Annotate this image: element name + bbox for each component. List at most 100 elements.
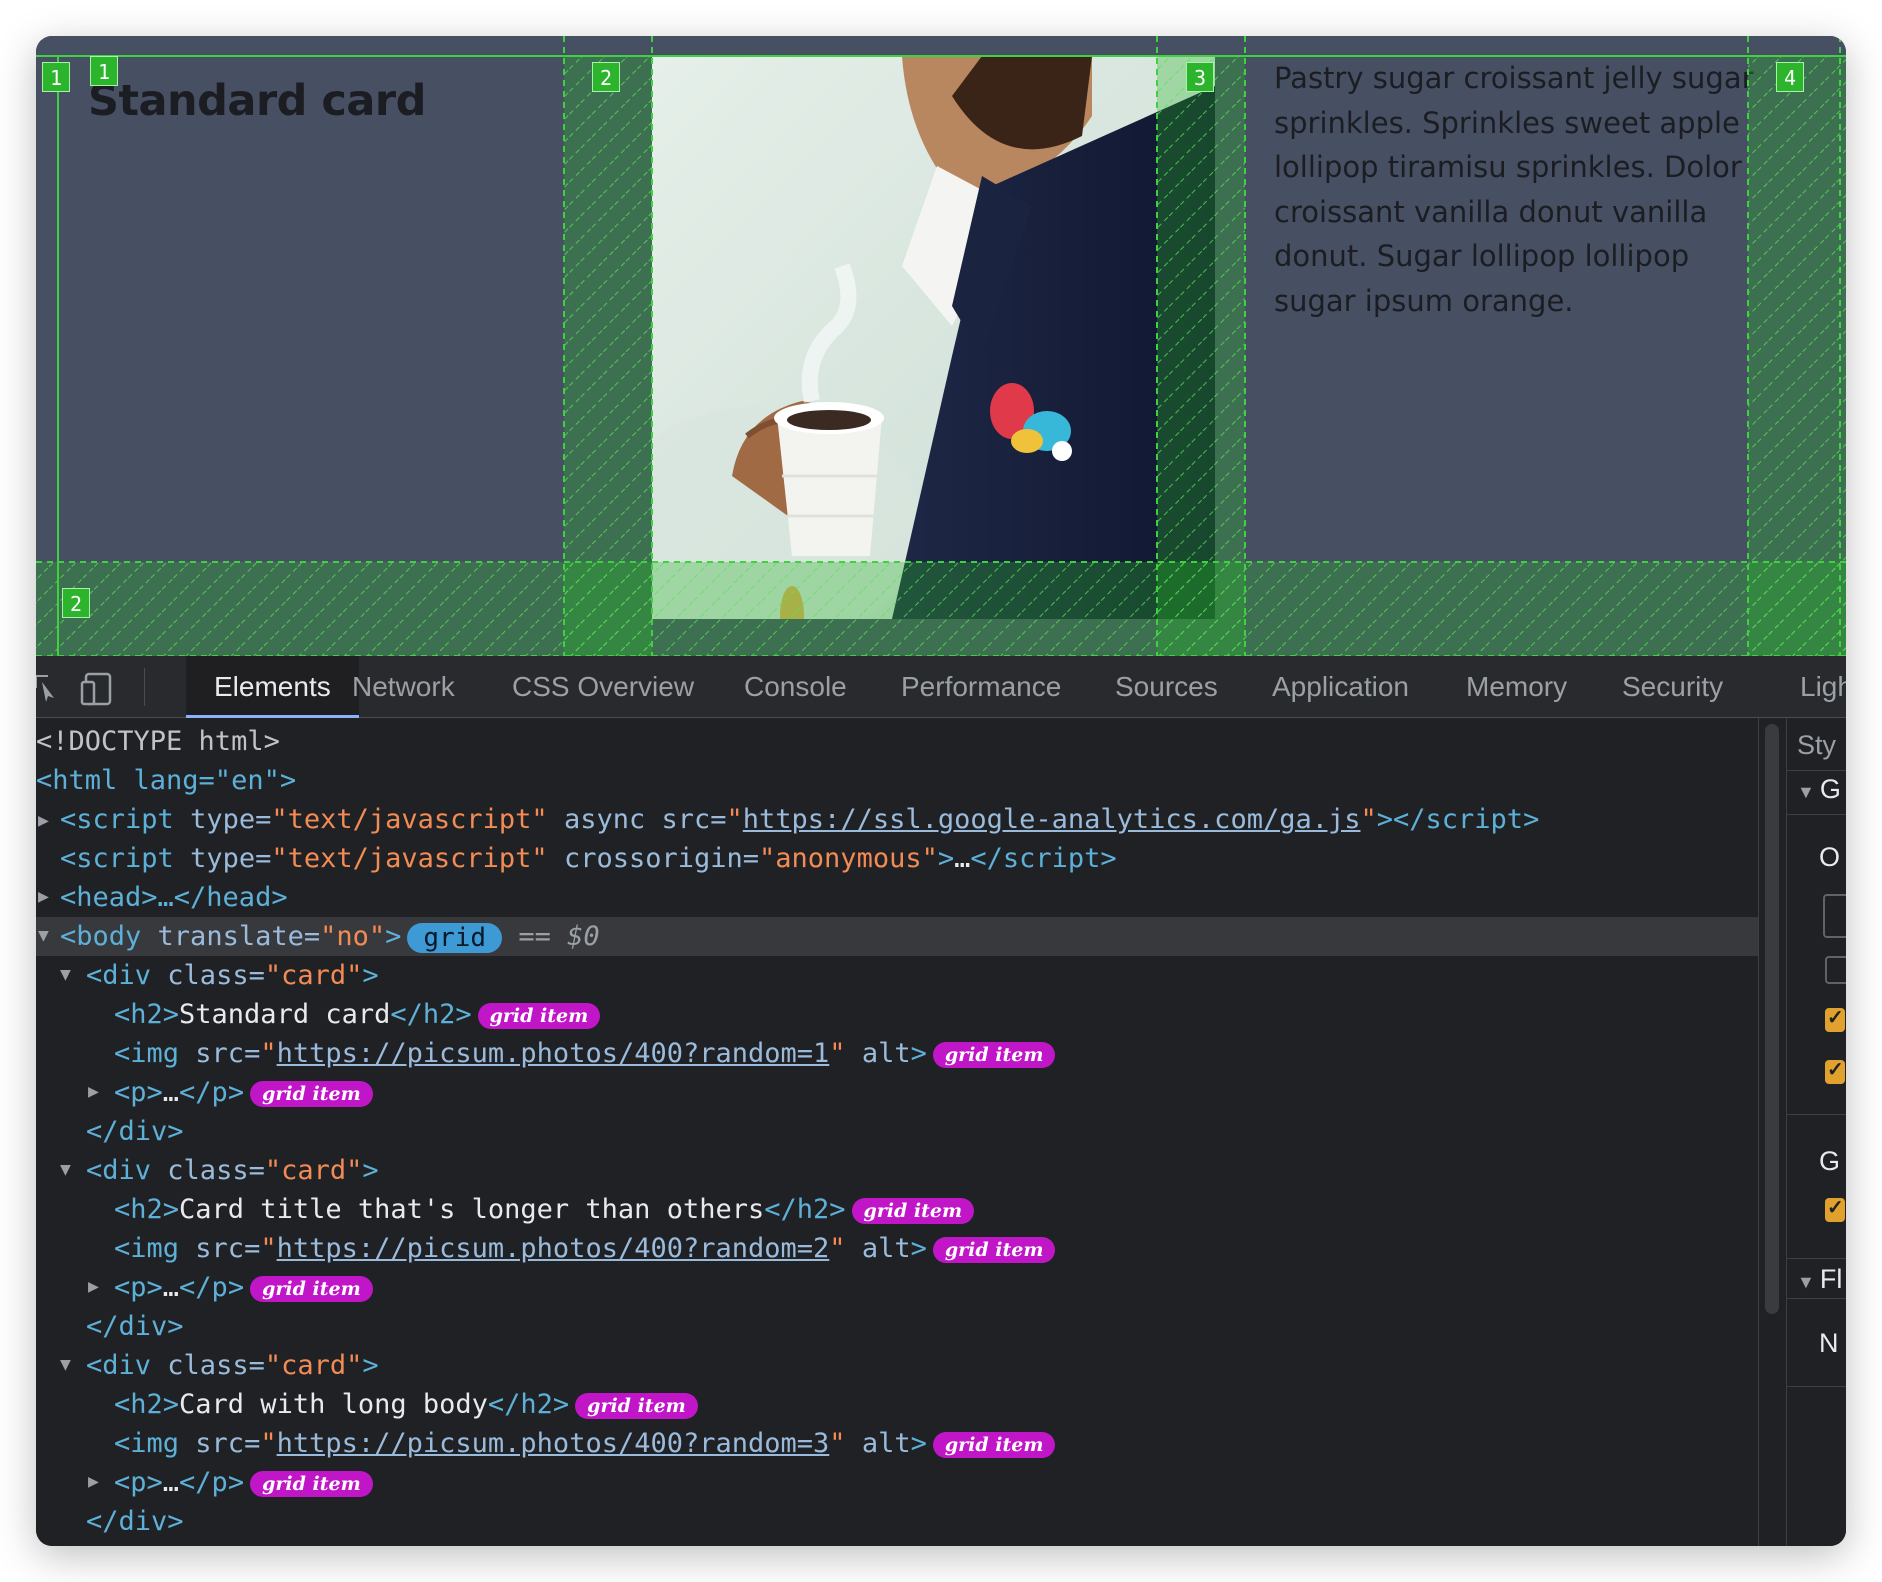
overlay-checkbox-unchecked[interactable] bbox=[1825, 956, 1846, 984]
no-flexbox-label: N bbox=[1819, 1328, 1839, 1358]
dom-node-h2-card-3[interactable]: <h2>Card with long body</h2> grid item bbox=[114, 1385, 698, 1424]
tab-application[interactable]: Application bbox=[1272, 656, 1409, 718]
grid-line-badge-col-1: 1 bbox=[42, 62, 70, 92]
grid-item-badge: grid item bbox=[932, 1041, 1056, 1068]
doctype-text: <!DOCTYPE html> bbox=[36, 726, 280, 757]
grid-line-badge-col-3: 3 bbox=[1186, 62, 1214, 92]
grid-overlay-checkbox[interactable]: ✓ bbox=[1825, 1197, 1845, 1222]
img-src-link[interactable]: https://picsum.photos/400?random=1 bbox=[277, 1038, 830, 1069]
tab-security[interactable]: Security bbox=[1622, 656, 1723, 718]
dom-node-script-ga[interactable]: <script type="text/javascript" async src… bbox=[60, 800, 1539, 839]
tab-sources[interactable]: Sources bbox=[1115, 656, 1218, 718]
grid-item-badge: grid item bbox=[250, 1470, 373, 1497]
dom-node-p-card-2[interactable]: <p>…</p> grid item bbox=[114, 1268, 373, 1307]
card-image bbox=[652, 56, 1215, 619]
expand-triangle-icon[interactable]: ▶ bbox=[88, 1471, 99, 1492]
devtools-tabbar: Elements Network CSS Overview Console Pe… bbox=[36, 656, 1846, 718]
flexbox-section-header[interactable]: ▼ Fl bbox=[1797, 1264, 1842, 1295]
dom-node-img-card-2[interactable]: <img src="https://picsum.photos/400?rand… bbox=[114, 1229, 1056, 1268]
grid-line-badge-col-2: 2 bbox=[592, 62, 620, 92]
expand-triangle-icon[interactable]: ▶ bbox=[88, 1276, 99, 1297]
img-src-link[interactable]: https://picsum.photos/400?random=2 bbox=[277, 1233, 830, 1264]
tab-performance[interactable]: Performance bbox=[901, 656, 1061, 718]
h2-text: Card title that's longer than others bbox=[179, 1194, 765, 1225]
h2-text: Card with long body bbox=[179, 1389, 488, 1420]
device-toolbar-icon[interactable] bbox=[80, 670, 116, 711]
dom-node-div-card-3[interactable]: <div class="card"> bbox=[86, 1346, 379, 1385]
overlay-options-label: O bbox=[1819, 842, 1841, 872]
dom-node-script-crossorigin[interactable]: <script type="text/javascript" crossorig… bbox=[60, 839, 1117, 878]
collapse-triangle-icon[interactable]: ▼ bbox=[60, 1354, 71, 1375]
grid-item-badge: grid item bbox=[575, 1392, 698, 1419]
dom-node-div-close[interactable]: </div> bbox=[86, 1112, 184, 1151]
page-viewport: Standard card Pastry sugar croissant jel… bbox=[36, 36, 1846, 656]
grid-overlays-label: G bbox=[1819, 1146, 1841, 1176]
card-body-text: Pastry sugar croissant jelly sugar sprin… bbox=[1274, 61, 1754, 318]
devtools-panel: Elements Network CSS Overview Console Pe… bbox=[36, 656, 1846, 1546]
styles-separator bbox=[1787, 814, 1846, 815]
overlay-select-dropdown[interactable] bbox=[1823, 894, 1846, 938]
body-translate-value: no bbox=[336, 921, 369, 952]
dom-node-div-card-2[interactable]: <div class="card"> bbox=[86, 1151, 379, 1190]
img-src-link[interactable]: https://picsum.photos/400?random=3 bbox=[277, 1428, 830, 1459]
grid-section-label: G bbox=[1819, 774, 1841, 804]
styles-sidebar: Sty ▼ G O ✓ ✓ G ✓ ▼ Fl N bbox=[1786, 718, 1846, 1546]
dom-tree-scrollbar[interactable] bbox=[1758, 718, 1786, 1546]
ga-script-link[interactable]: https://ssl.google-analytics.com/ga.js bbox=[743, 804, 1361, 835]
collapse-triangle-icon[interactable]: ▼ bbox=[60, 1159, 71, 1180]
overlay-checkbox-checked[interactable]: ✓ bbox=[1825, 1059, 1845, 1084]
inspect-element-icon[interactable] bbox=[36, 670, 58, 709]
expand-triangle-icon[interactable]: ▶ bbox=[38, 886, 49, 907]
grid-line-badge-row-1: 1 bbox=[90, 56, 118, 86]
expand-triangle-icon[interactable]: ▶ bbox=[38, 810, 49, 831]
selected-node-marker: == $0 bbox=[518, 921, 600, 952]
dom-node-h2-card-1[interactable]: <h2>Standard card</h2> grid item bbox=[114, 995, 601, 1034]
dom-node-body[interactable]: <body translate="no"> grid == $0 bbox=[60, 917, 600, 956]
tab-lighthouse[interactable]: Ligh bbox=[1800, 656, 1846, 718]
scrollbar-thumb[interactable] bbox=[1765, 724, 1779, 1314]
overlay-checkbox-checked[interactable]: ✓ bbox=[1825, 1007, 1845, 1032]
collapse-triangle-icon[interactable]: ▼ bbox=[60, 964, 71, 985]
tab-elements[interactable]: Elements bbox=[186, 656, 359, 718]
toolbar-divider bbox=[144, 668, 145, 706]
html-open-tag: <html lang="en"> bbox=[36, 765, 297, 796]
collapse-triangle-icon: ▼ bbox=[1797, 782, 1820, 802]
grid-item-badge: grid item bbox=[932, 1431, 1056, 1458]
styles-separator bbox=[1787, 1258, 1846, 1259]
dom-node-p-card-1[interactable]: <p>…</p> grid item bbox=[114, 1073, 373, 1112]
dom-node-img-card-3[interactable]: <img src="https://picsum.photos/400?rand… bbox=[114, 1424, 1056, 1463]
grid-item-badge: grid item bbox=[851, 1197, 975, 1224]
grid-line-badge-col-4: 4 bbox=[1776, 62, 1804, 92]
tab-console[interactable]: Console bbox=[744, 656, 847, 718]
head-tag-text: <head>…</head> bbox=[60, 882, 288, 913]
dom-node-p-card-3[interactable]: <p>…</p> grid item bbox=[114, 1463, 373, 1502]
grid-item-badge: grid item bbox=[250, 1275, 373, 1302]
dom-node-head[interactable]: <head>…</head> bbox=[60, 878, 288, 917]
card-title: Standard card bbox=[88, 76, 426, 126]
tab-network[interactable]: Network bbox=[352, 656, 455, 718]
styles-separator bbox=[1787, 1114, 1846, 1115]
styles-separator bbox=[1787, 770, 1846, 771]
styles-separator bbox=[1787, 1298, 1846, 1299]
grid-line-badge-row-2: 2 bbox=[62, 588, 90, 618]
styles-separator bbox=[1787, 1386, 1846, 1387]
grid-item-badge: grid item bbox=[477, 1002, 601, 1029]
grid-item-badge: grid item bbox=[932, 1236, 1056, 1263]
expand-triangle-icon[interactable]: ▶ bbox=[88, 1081, 99, 1102]
tab-memory[interactable]: Memory bbox=[1466, 656, 1567, 718]
grid-item-badge: grid item bbox=[250, 1080, 373, 1107]
dom-node-img-card-1[interactable]: <img src="https://picsum.photos/400?rand… bbox=[114, 1034, 1056, 1073]
tab-css-overview[interactable]: CSS Overview bbox=[512, 656, 694, 718]
dom-node-doctype[interactable]: <!DOCTYPE html> bbox=[36, 722, 280, 761]
styles-tab-label[interactable]: Sty bbox=[1797, 730, 1836, 761]
grid-badge-button[interactable]: grid bbox=[407, 922, 503, 953]
dom-node-div-close[interactable]: </div> bbox=[86, 1307, 184, 1346]
dom-node-div-close[interactable]: </div> bbox=[86, 1502, 184, 1541]
browser-window: Standard card Pastry sugar croissant jel… bbox=[36, 36, 1846, 1546]
grid-section-header[interactable]: ▼ G bbox=[1797, 774, 1841, 805]
dom-node-html[interactable]: <html lang="en"> bbox=[36, 761, 296, 800]
collapse-triangle-icon[interactable]: ▼ bbox=[38, 925, 49, 946]
dom-node-h2-card-2[interactable]: <h2>Card title that's longer than others… bbox=[114, 1190, 975, 1229]
elements-dom-tree: <!DOCTYPE html> <html lang="en"> <script… bbox=[36, 718, 1758, 1546]
dom-node-div-card-1[interactable]: <div class="card"> bbox=[86, 956, 379, 995]
